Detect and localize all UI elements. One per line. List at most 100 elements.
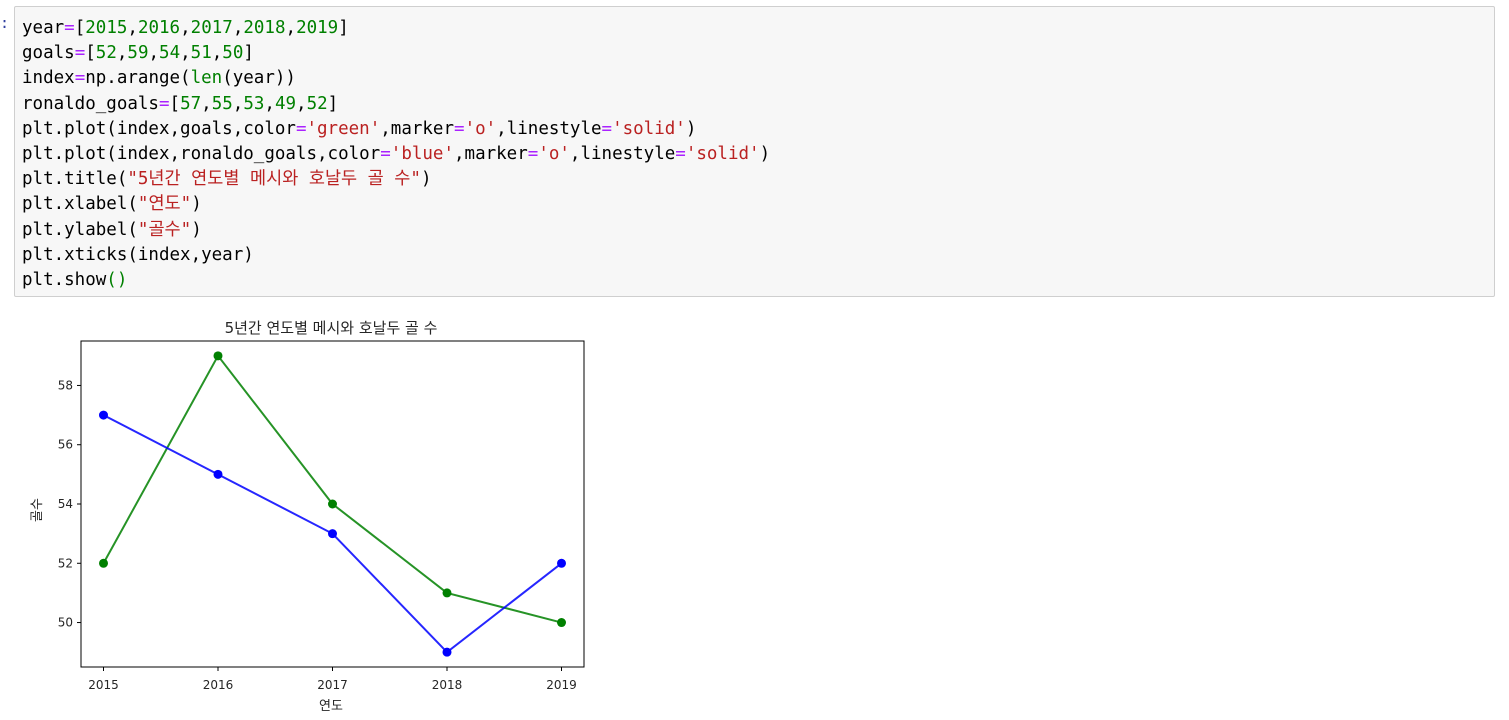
data-point-ronaldo_goals: [328, 529, 337, 539]
code-token: =: [380, 143, 391, 164]
code-token: goals: [22, 43, 75, 64]
code-token: 52: [95, 43, 117, 64]
code-token: plt.ylabel(: [22, 219, 138, 240]
code-line: plt.plot(index,ronaldo_goals,color='blue…: [22, 142, 770, 167]
code-token: ronaldo_goals: [22, 93, 159, 114]
code-token: ]: [327, 93, 339, 114]
data-point-goals: [557, 618, 566, 628]
code-token: 52: [306, 93, 328, 114]
code-token: [: [85, 43, 96, 64]
x-tick-label: 2018: [432, 678, 463, 692]
code-token: 57: [180, 93, 202, 114]
data-point-goals: [99, 558, 108, 568]
code-token: ]: [338, 18, 349, 38]
code-token: 2017: [190, 18, 233, 38]
code-token: ): [759, 143, 771, 164]
code-token: =: [74, 43, 86, 64]
code-editor[interactable]: year=[2015,2016,2017,2018,2019] goals=[52…: [22, 16, 770, 293]
code-token: plt.xticks(index,year): [22, 244, 254, 265]
code-token: =: [527, 143, 539, 164]
data-point-goals: [442, 588, 452, 598]
code-token: plt.show: [22, 269, 107, 290]
code-token: 59: [127, 43, 149, 64]
code-token: ,: [285, 18, 297, 38]
data-point-ronaldo_goals: [557, 558, 566, 568]
code-token: ,: [180, 43, 191, 64]
code-token: np.arange(: [85, 68, 191, 89]
y-tick-label: 54: [58, 497, 73, 511]
code-token: 'solid': [685, 143, 760, 164]
code-token: ): [685, 118, 697, 139]
series-line-goals: [102, 354, 562, 624]
code-token: ,: [116, 43, 128, 64]
code-token: 'o': [538, 143, 570, 164]
code-token: [: [169, 93, 181, 114]
code-token: plt.plot(index,goals,color: [22, 118, 296, 139]
code-cell[interactable]: year=[2015,2016,2017,2018,2019] goals=[52…: [14, 6, 1495, 297]
code-token: ): [191, 194, 202, 215]
code-token: ,marker: [454, 143, 528, 164]
code-token: =: [454, 118, 465, 139]
code-token: ,: [127, 18, 138, 38]
code-token: =: [601, 118, 613, 139]
code-token: "연도": [137, 194, 192, 215]
code-token: ,linestyle: [496, 118, 602, 139]
y-tick-label: 56: [58, 438, 73, 452]
code-token: index: [22, 68, 75, 89]
code-token: =: [158, 93, 170, 114]
code-token: ,: [264, 93, 275, 114]
code-token: 49: [274, 93, 297, 114]
code-token: [: [74, 18, 86, 38]
code-line: ronaldo_goals=[57,55,53,49,52]: [22, 92, 770, 117]
code-line: plt.ylabel("골수"): [22, 218, 770, 243]
code-line: year=[2015,2016,2017,2018,2019]: [22, 16, 770, 41]
line-chart: 5년간 연도별 메시와 호날두 골 수 연도 골수 2015 2016 2017 20…: [30, 319, 585, 714]
code-token: (): [106, 269, 128, 290]
cell-prompt: :: [0, 14, 10, 32]
x-tick-label: 2016: [203, 678, 234, 692]
code-token: 2018: [243, 18, 286, 38]
y-tick-label: 52: [58, 556, 73, 570]
code-token: ,: [201, 93, 212, 114]
code-token: plt.plot(index,ronaldo_goals,color: [22, 143, 381, 164]
data-point-ronaldo_goals: [99, 410, 108, 420]
code-token: 55: [211, 93, 233, 114]
code-token: ,: [296, 93, 307, 114]
code-token: 2016: [137, 18, 181, 38]
code-token: ,: [180, 18, 191, 38]
code-token: =: [675, 143, 686, 164]
code-token: ): [420, 169, 432, 190]
code-token: 50: [222, 43, 244, 64]
code-line: plt.plot(index,goals,color='green',marke…: [22, 117, 770, 142]
code-token: 'o': [464, 118, 497, 139]
code-token: =: [295, 118, 307, 139]
code-token: =: [64, 18, 75, 38]
code-token: len: [190, 68, 223, 89]
code-line: plt.title("5년간 연도별 메시와 호날두 골 수"): [22, 167, 770, 192]
cell-output: 5년간 연도별 메시와 호날두 골 수 연도 골수 2015 2016 2017 20…: [24, 310, 624, 716]
code-line: index=np.arange(len(year)): [22, 66, 770, 91]
data-point-ronaldo_goals: [442, 647, 452, 657]
code-token: (year)): [222, 68, 296, 89]
x-tick-label: 2017: [317, 678, 348, 692]
x-tick-label: 2019: [546, 678, 577, 692]
code-token: 51: [190, 43, 212, 64]
code-line: goals=[52,59,54,51,50]: [22, 41, 770, 66]
chart-title: 5년간 연도별 메시와 호날두 골 수: [225, 319, 438, 337]
x-axis-label: 연도: [319, 699, 343, 714]
y-axis-label: 골수: [30, 498, 45, 522]
y-tick-label: 50: [58, 616, 73, 630]
code-token: ): [191, 219, 202, 240]
code-token: 'blue': [390, 143, 454, 164]
y-tick-label: 58: [58, 378, 73, 392]
code-token: =: [74, 68, 86, 89]
x-tick-label: 2015: [88, 678, 119, 692]
data-point-goals: [213, 351, 223, 361]
code-token: ,: [148, 43, 160, 64]
code-token: 2019: [296, 18, 339, 38]
code-token: plt.title(: [22, 169, 128, 190]
code-token: plt.xlabel(: [22, 194, 138, 215]
data-point-goals: [328, 499, 337, 509]
code-token: ,: [211, 43, 223, 64]
code-token: 54: [159, 43, 181, 64]
